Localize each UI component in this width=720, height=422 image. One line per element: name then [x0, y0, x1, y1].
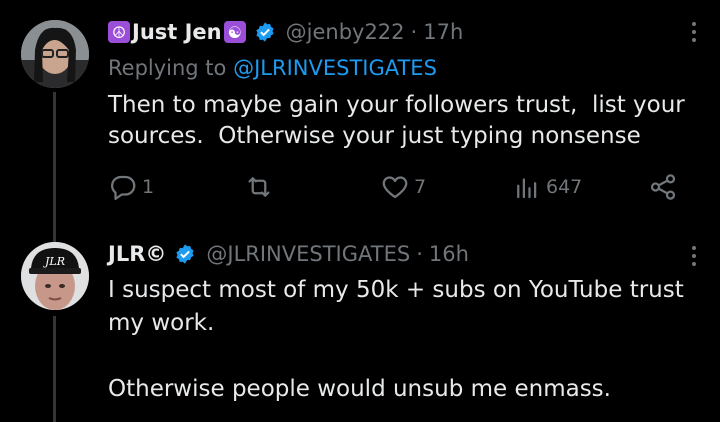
more-icon[interactable] — [690, 246, 698, 266]
yin-yang-emoji-icon: ☯ — [223, 21, 246, 43]
display-name[interactable]: Just Jen — [132, 20, 222, 44]
like-icon — [382, 176, 408, 199]
replying-to: Replying to @JLRINVESTIGATES — [108, 56, 437, 80]
more-icon[interactable] — [690, 22, 698, 42]
separator-dot: · — [410, 20, 418, 44]
tweet-1-text: Then to maybe gain your followers trust,… — [108, 92, 685, 149]
tweet-1[interactable]: ☮ Just Jen ☯ @jenby222 · 17h Replying to… — [0, 0, 720, 228]
avatar-image-icon: JLR — [21, 242, 89, 310]
tweet-1-actions: 1 7 647 — [108, 172, 688, 206]
avatar-jenby222[interactable] — [21, 20, 89, 88]
view-count: 647 — [546, 176, 583, 198]
handle[interactable]: @JLRINVESTIGATES — [206, 242, 410, 266]
timestamp[interactable]: 17h — [423, 20, 463, 44]
verified-badge-icon[interactable] — [254, 21, 276, 43]
share-button[interactable] — [648, 172, 678, 202]
reply-count: 1 — [142, 176, 155, 198]
avatar-image-icon — [21, 20, 89, 88]
tweet-1-header: ☮ Just Jen ☯ @jenby222 · 17h — [108, 20, 463, 44]
replying-prefix: Replying to — [108, 56, 227, 80]
display-name[interactable]: JLR© — [108, 242, 166, 266]
tweet-2[interactable]: JLR JLR© @JLRINVESTIGATES · 16h I suspec… — [0, 228, 720, 422]
reply-icon — [111, 175, 136, 200]
peace-emoji-icon: ☮ — [108, 21, 130, 43]
share-icon — [650, 174, 676, 200]
tweet-2-header: JLR© @JLRINVESTIGATES · 16h — [108, 242, 469, 266]
reply-button[interactable]: 1 — [108, 172, 154, 202]
replying-to-link[interactable]: @JLRINVESTIGATES — [233, 56, 437, 80]
handle[interactable]: @jenby222 — [286, 20, 405, 44]
verified-badge-icon[interactable] — [174, 243, 196, 265]
views-icon — [517, 178, 537, 199]
timestamp[interactable]: 16h — [429, 242, 469, 266]
tweet-2-text: I suspect most of my 50k + subs on YouTu… — [108, 277, 684, 402]
views-button[interactable]: 647 — [512, 172, 582, 202]
retweet-icon — [248, 177, 270, 197]
avatar-jlrinvestigates[interactable]: JLR — [21, 242, 89, 310]
like-button[interactable]: 7 — [380, 172, 426, 202]
avatar-cap-text: JLR — [43, 255, 65, 268]
like-count: 7 — [414, 176, 427, 198]
separator-dot: · — [416, 242, 423, 266]
retweet-button[interactable] — [244, 172, 278, 202]
